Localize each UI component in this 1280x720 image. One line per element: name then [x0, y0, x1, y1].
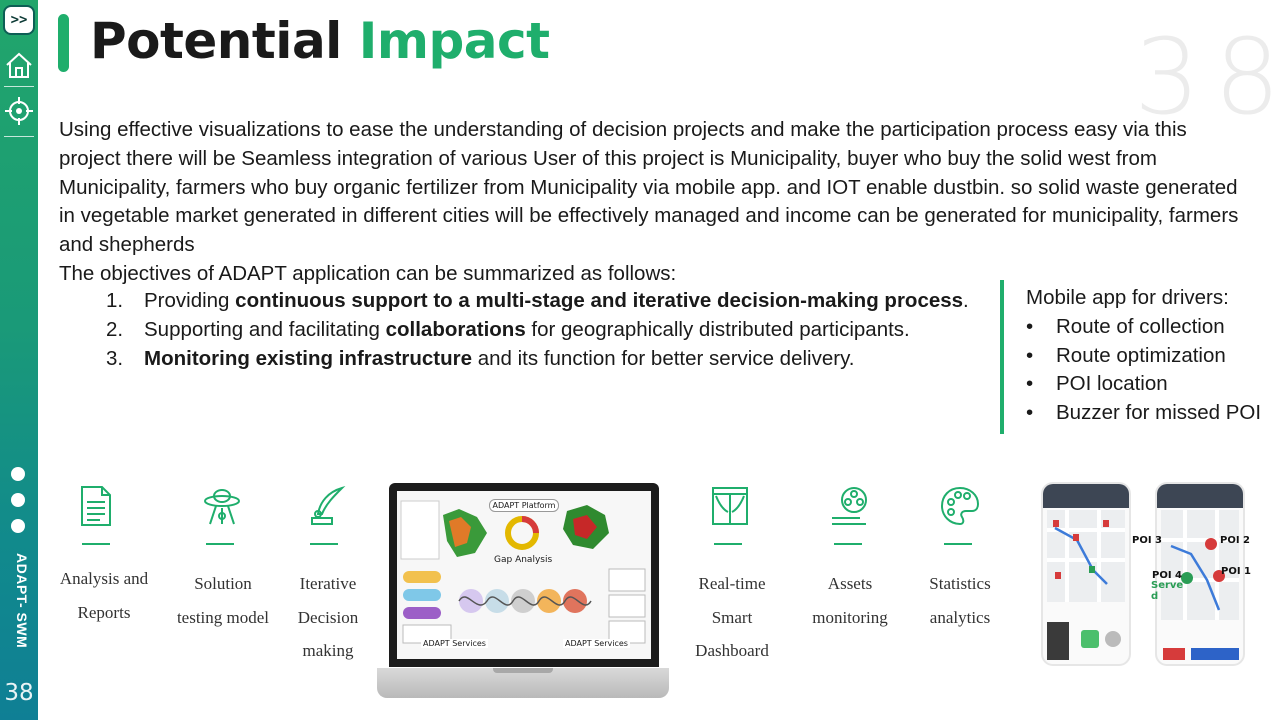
gap-analysis-label: Gap Analysis — [494, 555, 553, 565]
list-item: • POI location — [1026, 372, 1168, 396]
nav-dot[interactable] — [11, 519, 25, 533]
phone-header — [1043, 484, 1129, 508]
window-icon — [712, 487, 748, 525]
list-item: • Route optimization — [1026, 343, 1226, 367]
tile-divider — [714, 543, 742, 545]
laptop-mockup: ADAPT Platform Gap Analysis ADAPT Servic… — [389, 483, 659, 667]
quill-icon — [311, 485, 346, 525]
poi-label: POI 1 — [1221, 566, 1251, 577]
sidebar-divider — [4, 86, 34, 87]
nav-dot[interactable] — [11, 467, 25, 481]
platform-graphics — [400, 500, 646, 644]
sidebar: >> ADAPT- SWM 38 — [0, 0, 38, 720]
feature-analysis-reports: Analysis and Reports — [59, 569, 149, 622]
mobile-app-box: Mobile app for drivers: • Route of collec… — [1026, 284, 1261, 428]
title-word-1: Potential — [90, 12, 342, 70]
served-label: Serve d — [1151, 580, 1184, 602]
phone-map — [1161, 510, 1239, 620]
sidebar-project-label: ADAPT- SWM — [14, 553, 30, 649]
route-map — [1047, 510, 1125, 602]
document-icon — [81, 486, 111, 526]
mobile-box-heading: Mobile app for drivers: — [1026, 286, 1229, 309]
list-item: 2. Supporting and facilitating collabora… — [106, 317, 910, 341]
services-label-right: ADAPT Services — [563, 639, 630, 648]
feature-assets-monitoring: Assets monitoring — [812, 574, 888, 627]
expand-button[interactable]: >> — [3, 5, 35, 35]
phone-mockup-1 — [1041, 482, 1131, 666]
title-accent-bar — [58, 14, 69, 72]
list-item: • Route of collection — [1026, 314, 1225, 338]
tile-divider — [206, 543, 234, 545]
tile-divider — [82, 543, 110, 545]
feature-iterative-decision: Iterative Decision making — [297, 574, 359, 660]
phone-header — [1157, 484, 1243, 508]
ufo-icon — [204, 489, 240, 525]
page-title: Potential Impact — [90, 12, 550, 70]
intro-paragraph: Using effective visualizations to ease t… — [59, 118, 1239, 257]
palette-icon — [940, 486, 980, 526]
film-reel-icon — [832, 487, 867, 525]
poi-label: POI 2 — [1220, 535, 1250, 546]
list-item: 1. Providing continuous support to a mul… — [106, 289, 969, 312]
phone-controls — [1047, 622, 1121, 660]
list-item: • Buzzer for missed POI — [1026, 401, 1262, 425]
mobile-box-accent — [1000, 280, 1004, 434]
tile-divider — [310, 543, 338, 545]
feature-statistics-analytics: Statistics analytics — [929, 574, 991, 627]
feature-realtime-dashboard: Real-time Smart Dashboard — [695, 574, 769, 660]
feature-solution-testing: Solution testing model — [176, 574, 270, 627]
poi-label: POI 3 — [1132, 535, 1162, 546]
phone-map — [1047, 510, 1125, 602]
sidebar-page-number: 38 — [4, 680, 34, 706]
objectives-list: 1. Providing continuous support to a mul… — [106, 287, 986, 373]
target-icon[interactable] — [4, 96, 34, 126]
platform-screenshot: ADAPT Platform Gap Analysis ADAPT Servic… — [397, 491, 651, 659]
laptop-base — [377, 668, 669, 698]
body-text: Using effective visualizations to ease t… — [59, 116, 1239, 289]
tile-divider — [834, 543, 862, 545]
sidebar-divider — [4, 136, 34, 137]
services-label-left: ADAPT Services — [421, 639, 488, 648]
list-item: 3. Monitoring existing infrastructure an… — [106, 346, 855, 370]
tile-divider — [944, 543, 972, 545]
nav-dot[interactable] — [11, 493, 25, 507]
phone-buttons — [1163, 648, 1239, 660]
title-word-2: Impact — [358, 12, 550, 70]
route-map — [1161, 510, 1239, 620]
home-icon[interactable] — [4, 50, 34, 80]
